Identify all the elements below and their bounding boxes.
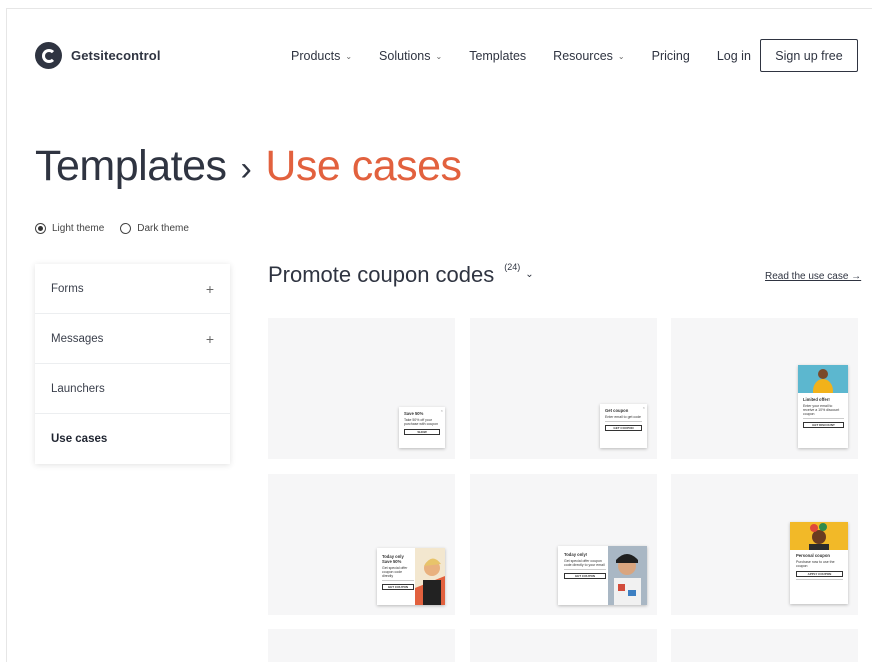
nav-label: Log in <box>716 49 751 63</box>
model-photo-image <box>790 522 848 550</box>
popup-title: Limited offer! <box>803 397 830 402</box>
sidebar-item-label: Messages <box>51 332 104 345</box>
breadcrumb-separator-icon: › <box>240 150 252 188</box>
nav-solutions[interactable]: Solutions ⌄ <box>379 49 442 63</box>
popup-input <box>796 578 843 580</box>
popup-input <box>803 417 844 419</box>
breadcrumb-current: Use cases <box>265 142 462 190</box>
popup-title: Today only! <box>564 552 588 557</box>
sidebar-item-forms[interactable]: Forms + <box>35 264 230 314</box>
sidebar-item-label: Forms <box>51 282 84 295</box>
nav-pricing[interactable]: Pricing <box>652 49 690 63</box>
nav-templates[interactable]: Templates <box>469 49 526 63</box>
chevron-down-icon: ⌄ <box>345 51 353 61</box>
template-card[interactable]: Limited offer! Enter your email to recei… <box>671 318 858 459</box>
popup-preview: Personal coupon Purchase now to use the … <box>790 522 848 604</box>
breadcrumb-templates[interactable]: Templates <box>35 142 227 190</box>
chevron-down-icon: ⌄ <box>525 269 534 280</box>
template-card[interactable]: × Save 50% Take 50% off your purchase wi… <box>268 318 455 459</box>
nav-label: Resources <box>553 49 613 63</box>
section-heading[interactable]: Promote coupon codes (24) ⌄ <box>268 262 534 288</box>
popup-button: GET COUPON <box>382 584 414 590</box>
section-title: Promote coupon codes <box>268 262 495 287</box>
close-icon: × <box>440 408 443 413</box>
sidebar-item-label: Launchers <box>51 382 105 395</box>
popup-title: Today only Save 50% <box>382 554 404 564</box>
sidebar-item-launchers[interactable]: Launchers <box>35 364 230 414</box>
popup-input <box>605 420 642 422</box>
sidebar-item-use-cases[interactable]: Use cases <box>35 414 230 464</box>
popup-button: GET DISCOUNT <box>803 422 844 428</box>
main-nav: Products ⌄ Solutions ⌄ Templates Resourc… <box>291 49 778 63</box>
close-icon: × <box>642 405 645 410</box>
nav-label: Templates <box>469 49 527 63</box>
template-card[interactable]: × Get coupon Enter email to get code GET… <box>470 318 657 459</box>
template-card[interactable]: Today only Save 50% Get special offer co… <box>268 474 455 615</box>
popup-input <box>564 568 606 570</box>
category-sidebar: Forms + Messages + Launchers Use cases <box>35 264 230 464</box>
popup-preview: Today only Save 50% Get special offer co… <box>377 548 445 605</box>
nav-login[interactable]: Log in <box>717 49 751 63</box>
sidebar-item-label: Use cases <box>51 433 108 445</box>
theme-switcher: Light theme Dark theme <box>35 223 205 234</box>
nav-products[interactable]: Products ⌄ <box>291 49 352 63</box>
page-title: Templates › Use cases <box>35 142 462 191</box>
nav-label: Products <box>291 49 341 63</box>
popup-button: APPLY COUPON <box>796 571 843 577</box>
popup-text: Enter your email to receive a 10% discou… <box>803 404 840 416</box>
chevron-down-icon: ⌄ <box>617 51 625 61</box>
logo-icon <box>35 42 62 69</box>
popup-text: Enter email to get code <box>605 415 641 419</box>
signup-button[interactable]: Sign up free <box>760 39 858 72</box>
popup-text: Get special offer coupon code directly t… <box>564 559 605 567</box>
radio-selected-icon <box>35 223 46 234</box>
popup-preview: Limited offer! Enter your email to recei… <box>798 365 848 448</box>
plus-icon: + <box>205 280 214 297</box>
popup-button: SHOW <box>404 429 440 435</box>
template-card[interactable]: Personal coupon Purchase now to use the … <box>671 474 858 615</box>
nav-label: Pricing <box>651 49 690 63</box>
nav-label: Solutions <box>379 49 431 63</box>
logo[interactable]: Getsitecontrol <box>35 42 161 69</box>
popup-text: Get special offer coupon code directly <box>382 566 408 578</box>
template-count: (24) <box>504 262 521 272</box>
template-card[interactable]: Today only! Get special offer coupon cod… <box>470 474 657 615</box>
sidebar-item-messages[interactable]: Messages + <box>35 314 230 364</box>
popup-button: GET COUPON <box>605 425 642 431</box>
popup-text: Purchase now to use the coupon <box>796 560 835 568</box>
popup-preview: × Save 50% Take 50% off your purchase wi… <box>399 407 445 448</box>
radio-label: Light theme <box>52 223 105 234</box>
template-card[interactable] <box>671 629 858 662</box>
chevron-down-icon: ⌄ <box>435 51 443 61</box>
popup-preview: Today only! Get special offer coupon cod… <box>558 546 647 605</box>
plus-icon: + <box>205 330 214 347</box>
light-theme-radio[interactable]: Light theme <box>35 223 104 234</box>
popup-title: Get coupon <box>605 408 629 413</box>
popup-title: Save 50% <box>404 411 424 416</box>
model-photo-image <box>798 365 848 393</box>
popup-preview: × Get coupon Enter email to get code GET… <box>600 404 647 448</box>
model-photo-image <box>608 546 647 605</box>
radio-unselected-icon <box>120 223 132 234</box>
template-card[interactable] <box>268 629 455 662</box>
dark-theme-radio[interactable]: Dark theme <box>120 223 189 234</box>
read-use-case-link[interactable]: Read the use case → <box>765 271 861 282</box>
radio-label: Dark theme <box>137 223 189 234</box>
popup-button: GET COUPON <box>564 573 606 579</box>
logo-text: Getsitecontrol <box>71 48 161 63</box>
template-card[interactable] <box>470 629 657 662</box>
popup-text: Take 50% off your purchase with coupon <box>404 418 439 426</box>
popup-input <box>382 579 414 581</box>
nav-resources[interactable]: Resources ⌄ <box>553 49 624 63</box>
model-photo-image <box>415 548 445 605</box>
popup-title: Personal coupon <box>796 553 830 558</box>
